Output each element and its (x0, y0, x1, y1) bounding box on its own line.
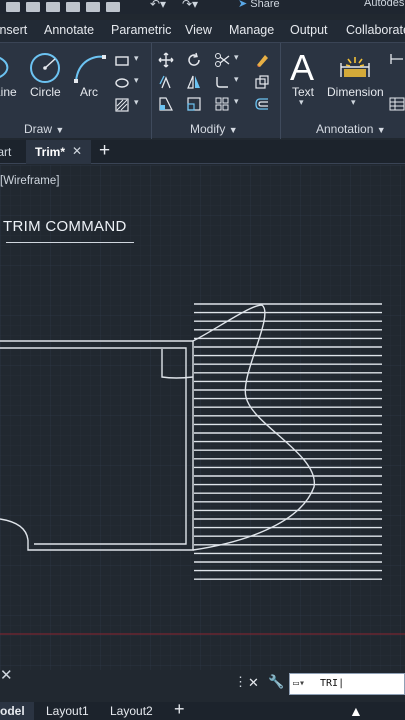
tab-trim-drawing[interactable]: Trim* (35, 145, 65, 159)
command-close-icon[interactable]: ✕ (248, 675, 259, 691)
rectangle-icon[interactable] (114, 53, 130, 69)
stretch-icon[interactable] (158, 96, 174, 112)
move-icon[interactable] (158, 52, 174, 68)
trim-drawing-geometry[interactable] (0, 165, 405, 670)
dimension-dropdown-icon[interactable]: ▾ (351, 97, 356, 108)
array-dropdown-icon[interactable]: ▾ (234, 96, 239, 107)
export-icon[interactable] (46, 2, 60, 12)
draw-panel-title[interactable]: Draw ▼ (24, 122, 64, 136)
tab-start[interactable]: Start (0, 145, 11, 159)
command-prompt-icon: ▭▾ (293, 678, 306, 689)
tab-layout2[interactable]: Layout2 (110, 704, 153, 718)
plot-icon[interactable] (86, 2, 100, 12)
share-icon: ➤ (238, 0, 248, 10)
tab-annotate[interactable]: Annotate (44, 23, 94, 37)
array-icon[interactable] (214, 96, 230, 112)
status-up-arrow-icon[interactable]: ▲ (349, 703, 363, 719)
modify-panel-expand-icon: ▼ (228, 125, 238, 135)
mirror-icon[interactable] (186, 74, 202, 90)
tab-output[interactable]: Output (290, 23, 328, 37)
rotate-icon[interactable] (186, 52, 202, 68)
canvas-close-icon[interactable]: ✕ (0, 666, 13, 684)
hatch-icon[interactable] (114, 97, 130, 113)
arc-icon[interactable] (72, 51, 108, 85)
ellipse-dropdown-icon[interactable]: ▾ (134, 75, 139, 86)
save-icon[interactable] (6, 2, 20, 12)
tab-manage[interactable]: Manage (229, 23, 274, 37)
text-dropdown-icon[interactable]: ▾ (299, 97, 304, 108)
share-button[interactable]: ➤ Share (238, 0, 280, 10)
command-grip-icon[interactable]: ⋮ (234, 674, 247, 690)
draw-panel-expand-icon: ▼ (55, 125, 65, 135)
erase-icon[interactable] (254, 52, 270, 68)
autocad-window: ↶▾ ↷▾ ➤ Share Autodesk Insert Annotate P… (0, 0, 405, 720)
text-cursor: | (338, 678, 345, 689)
table-icon[interactable] (389, 96, 405, 112)
panel-separator (151, 43, 152, 139)
fillet-icon[interactable] (214, 74, 230, 90)
trim-dropdown-icon[interactable]: ▾ (234, 52, 239, 63)
command-input[interactable]: ▭▾ TRI| (289, 673, 405, 695)
quick-access-toolbar: ↶▾ ↷▾ ➤ Share Autodesk (0, 0, 405, 14)
drawing-canvas[interactable]: [Wireframe] TRIM COMMAND (0, 165, 405, 670)
undo-icon[interactable]: ↶▾ (150, 0, 166, 11)
document-tabs: Start Trim* ✕ + (0, 140, 405, 164)
circle-icon[interactable] (28, 51, 62, 85)
new-tab-button[interactable]: + (99, 140, 110, 162)
annotation-panel-title[interactable]: Annotation ▼ (316, 122, 386, 136)
ribbon-panel: Line Circle Arc ▾ ▾ ▾ Draw ▼ ▾ ▾ (0, 42, 405, 139)
fillet-dropdown-icon[interactable]: ▾ (234, 74, 239, 85)
save-as-icon[interactable] (26, 2, 40, 12)
tab-layout1[interactable]: Layout1 (46, 704, 89, 718)
close-tab-icon[interactable]: ✕ (72, 144, 82, 158)
open-icon[interactable] (66, 2, 80, 12)
modify-panel-title[interactable]: Modify ▼ (190, 122, 238, 136)
dimension-icon[interactable] (338, 55, 372, 83)
tab-insert[interactable]: Insert (0, 23, 27, 37)
hatch-dropdown-icon[interactable]: ▾ (134, 97, 139, 108)
line-icon[interactable] (0, 53, 16, 83)
text-icon[interactable]: A (290, 47, 314, 89)
add-layout-button[interactable]: + (174, 699, 185, 720)
tab-collaborate[interactable]: Collaborate (346, 23, 405, 37)
panel-separator (280, 43, 281, 139)
redo-icon[interactable]: ↷▾ (182, 0, 198, 11)
ellipse-icon[interactable] (114, 75, 130, 91)
line-tool-label[interactable]: Line (0, 85, 17, 99)
tab-parametric[interactable]: Parametric (111, 23, 171, 37)
copy-icon[interactable] (158, 74, 174, 90)
offset-icon[interactable] (254, 96, 270, 112)
tab-view[interactable]: View (185, 23, 212, 37)
arc-tool-label[interactable]: Arc (80, 85, 98, 99)
command-customize-icon[interactable]: 🔧 (268, 674, 284, 690)
layout-tabs: Model Layout1 Layout2 + ▲ (0, 699, 405, 720)
leader-icon[interactable] (389, 52, 405, 68)
rectangle-dropdown-icon[interactable]: ▾ (134, 53, 139, 64)
command-line: ⋮ ✕ 🔧 ▭▾ TRI| (234, 673, 405, 695)
print-icon[interactable] (106, 2, 120, 12)
tab-model[interactable]: Model (0, 704, 25, 718)
ribbon-tabs: Insert Annotate Parametric View Manage O… (0, 20, 405, 42)
scale-icon[interactable] (186, 96, 202, 112)
circle-tool-label[interactable]: Circle (30, 85, 61, 99)
annotation-panel-expand-icon: ▼ (376, 125, 386, 135)
app-brand: Autodesk (364, 0, 405, 9)
trim-icon[interactable] (214, 52, 230, 68)
explode-icon[interactable] (254, 74, 270, 90)
